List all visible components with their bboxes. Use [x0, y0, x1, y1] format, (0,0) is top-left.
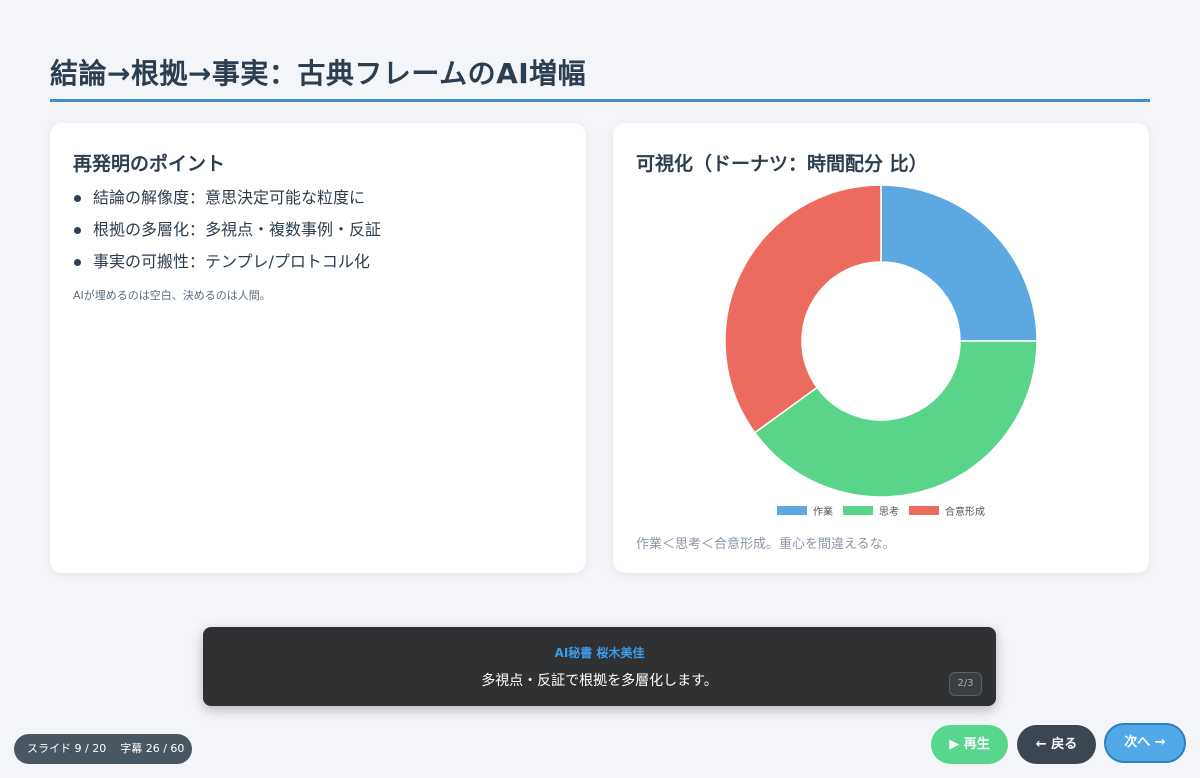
donut-slice: [880, 184, 1038, 342]
next-button[interactable]: 次へ →: [1104, 723, 1186, 763]
points-note: AIが埋めるのは空白、決めるのは人間。: [73, 289, 271, 302]
legend-swatch: [777, 506, 807, 515]
legend-item: 作業: [777, 503, 833, 518]
legend-swatch: [909, 506, 939, 515]
donut-chart: [724, 184, 1038, 498]
subtitle-box: AI秘書 桜木美佳 多視点・反証で根拠を多層化します。 2/3: [203, 627, 996, 706]
legend-label: 思考: [879, 507, 899, 518]
list-item: 結論の解像度：意思決定可能な粒度に: [73, 187, 381, 219]
chart-card: 可視化（ドーナツ：時間配分 比） 作業 思考 合意形成 作業＜思考＜合意形成。重心を…: [613, 123, 1149, 573]
legend-swatch: [843, 506, 873, 515]
point-text: 事実の可搬性：テンプレ/プロトコル化: [93, 252, 370, 271]
points-heading: 再発明のポイント: [73, 153, 226, 175]
slide: 結論→根拠→事実：古典フレームのAI増幅 再発明のポイント 結論の解像度：意思決…: [0, 0, 1200, 778]
slide-counter: スライド 9 / 20: [27, 742, 107, 755]
status-badge: スライド 9 / 20 字幕 26 / 60: [14, 734, 192, 764]
caption-text: 多視点・反証で根拠を多層化します。: [481, 673, 718, 689]
page-title: 結論→根拠→事実：古典フレームのAI増幅: [50, 57, 587, 90]
point-text: 結論の解像度：意思決定可能な粒度に: [93, 188, 366, 207]
bullet-icon: [74, 227, 81, 234]
caption-counter: 2/3: [949, 672, 982, 696]
bullet-icon: [74, 195, 81, 202]
caption-progress: 字幕 26 / 60: [120, 742, 185, 755]
legend-item: 合意形成: [909, 503, 985, 518]
play-button[interactable]: ▶ 再生: [931, 725, 1008, 764]
chart-note: 作業＜思考＜合意形成。重心を間違えるな。: [636, 537, 896, 552]
legend-label: 合意形成: [945, 507, 985, 518]
list-item: 事実の可搬性：テンプレ/プロトコル化: [73, 251, 381, 283]
title-divider: [50, 99, 1150, 102]
bullet-icon: [74, 259, 81, 266]
back-button[interactable]: ← 戻る: [1017, 725, 1096, 764]
legend-label: 作業: [813, 507, 833, 518]
list-item: 根拠の多層化：多視点・複数事例・反証: [73, 219, 381, 251]
points-list: 結論の解像度：意思決定可能な粒度に 根拠の多層化：多視点・複数事例・反証 事実の…: [73, 187, 381, 283]
points-card: 再発明のポイント 結論の解像度：意思決定可能な粒度に 根拠の多層化：多視点・複数…: [50, 123, 586, 573]
speaker-name: AI秘書 桜木美佳: [554, 646, 645, 660]
chart-legend: 作業 思考 合意形成: [613, 503, 1149, 518]
legend-item: 思考: [843, 503, 899, 518]
donut-slice: [724, 184, 882, 434]
point-text: 根拠の多層化：多視点・複数事例・反証: [93, 220, 382, 239]
